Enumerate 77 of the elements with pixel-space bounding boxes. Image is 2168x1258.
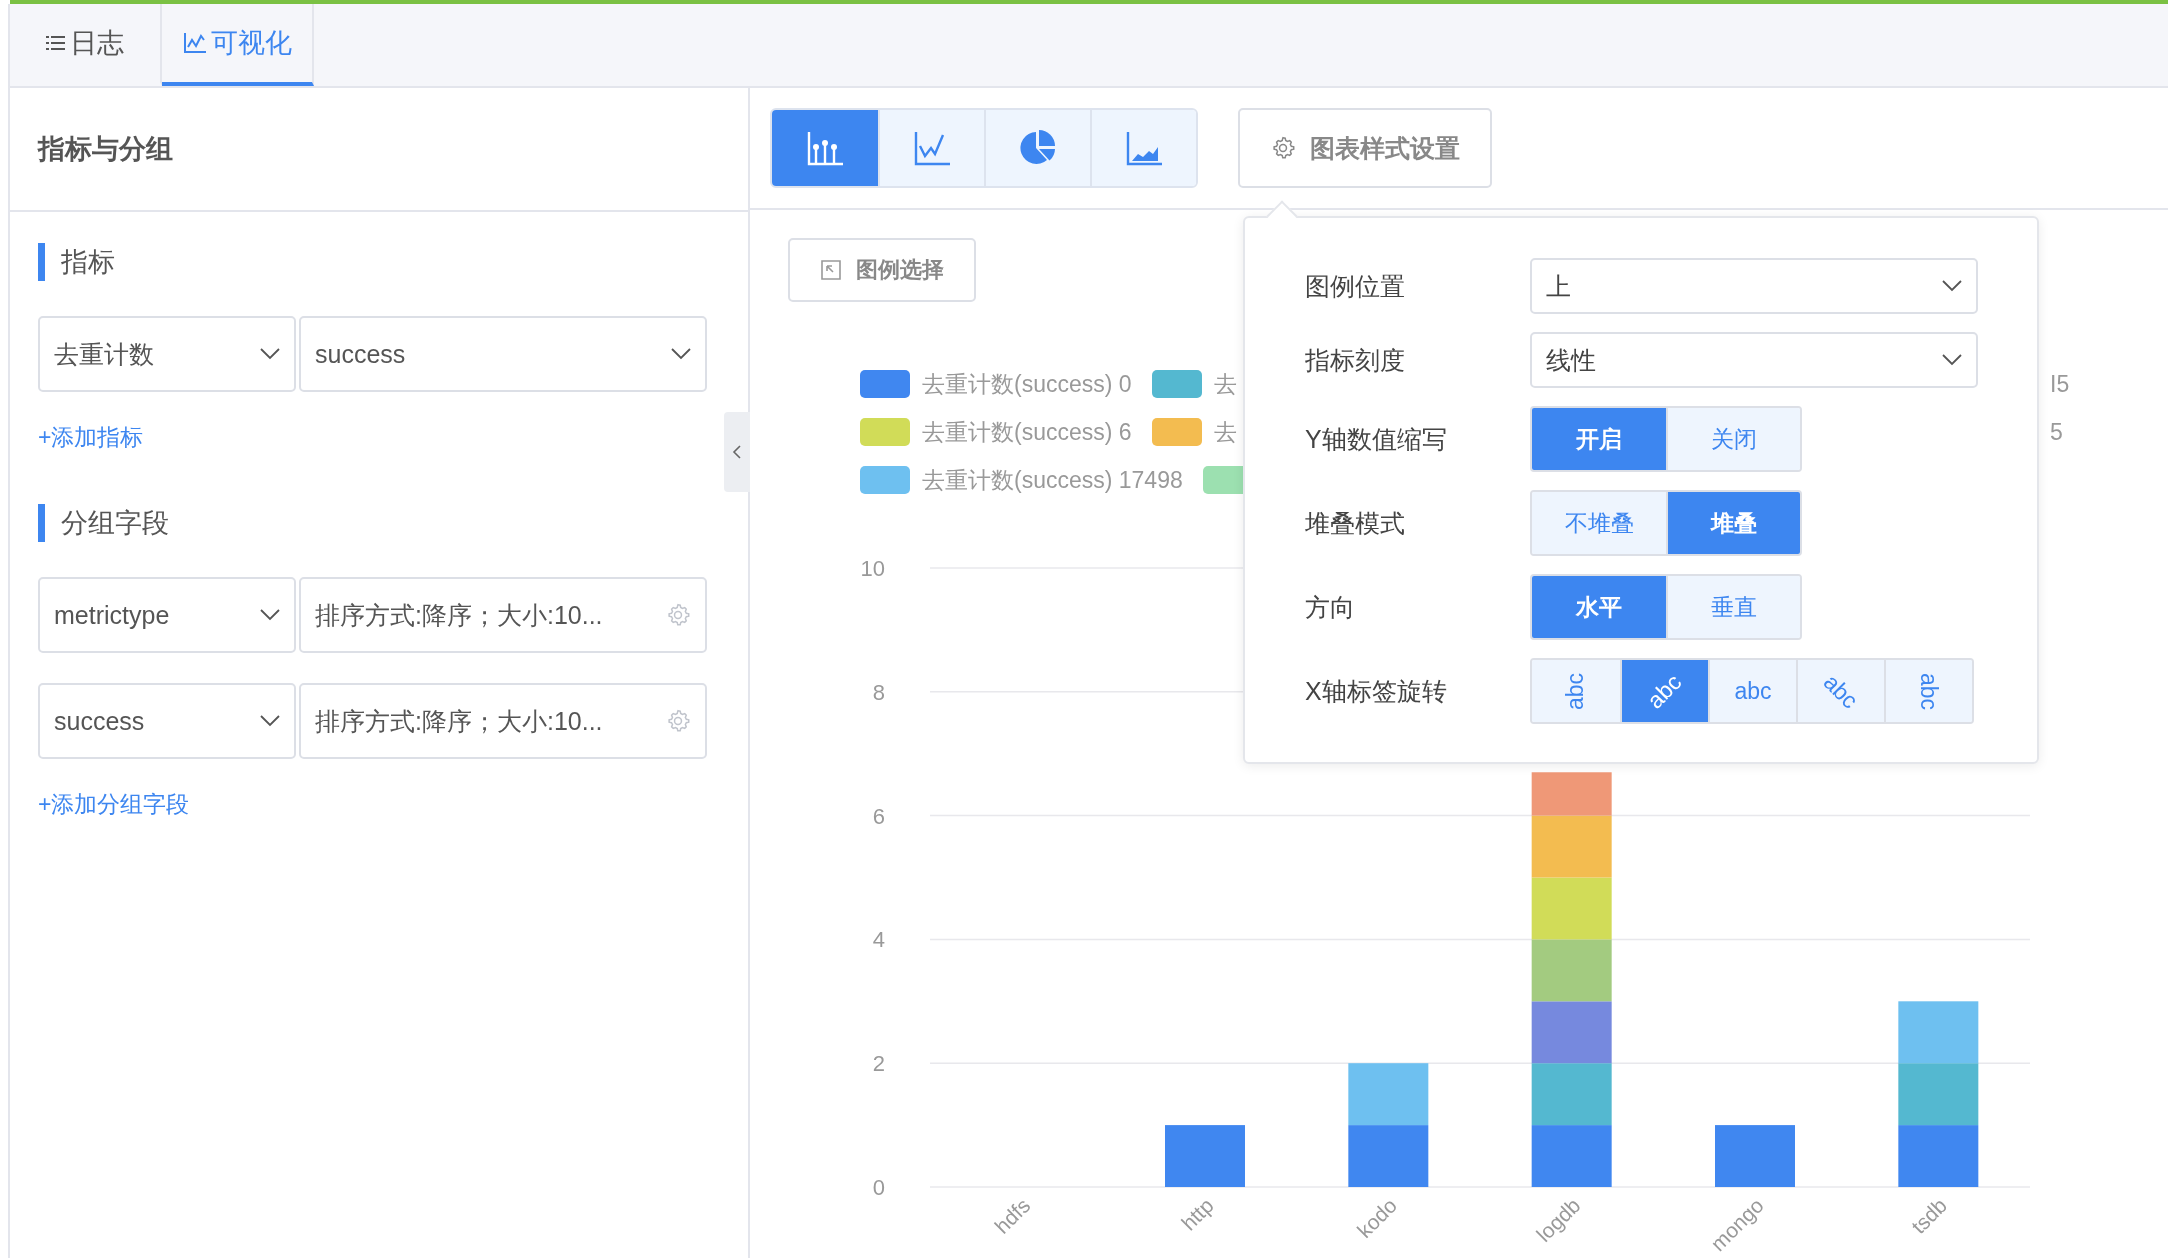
setting-label: 指标刻度 xyxy=(1305,344,1406,376)
area-chart-button[interactable] xyxy=(1090,110,1196,186)
setting-label: X轴标签旋转 xyxy=(1305,675,1448,707)
sort-options-field[interactable]: 排序方式:降序；大小:10... xyxy=(299,577,707,653)
tab[interactable]: 可视化 xyxy=(162,4,314,86)
legend-label[interactable]: 去 xyxy=(1213,368,1237,400)
y-axis-label: 10 xyxy=(860,556,885,581)
list-icon xyxy=(46,34,66,52)
chevron-down-icon xyxy=(260,609,280,621)
toggle-option[interactable]: 不堆叠 xyxy=(1532,492,1666,554)
chevron-left-icon xyxy=(732,444,742,460)
legend-swatch[interactable] xyxy=(1151,370,1202,398)
pie-chart-button[interactable] xyxy=(984,110,1090,186)
setting-label: 方向 xyxy=(1305,591,1356,623)
y-axis-label: 4 xyxy=(872,927,885,953)
setting-label: 堆叠模式 xyxy=(1305,507,1406,539)
group-field-select[interactable]: success xyxy=(38,683,296,759)
add-metric-link[interactable]: +添加指标 xyxy=(38,422,144,453)
settings-icon[interactable] xyxy=(665,708,691,734)
rotation-option[interactable]: abc xyxy=(1532,660,1620,722)
chart-style-button[interactable]: 图表样式设置 xyxy=(1238,108,1492,188)
chevron-down-icon xyxy=(1942,354,1962,366)
rotation-option[interactable]: abc xyxy=(1708,660,1796,722)
setting-label: 图例位置 xyxy=(1305,270,1406,302)
x-axis-label: http xyxy=(1176,1193,1218,1235)
rotation-option[interactable]: abc xyxy=(1796,660,1884,722)
toggle-option[interactable]: 垂直 xyxy=(1666,576,1800,638)
chevron-down-icon xyxy=(1942,280,1962,292)
settings-icon xyxy=(1270,135,1296,161)
chevron-down-icon xyxy=(260,348,280,360)
toggle-option[interactable]: 水平 xyxy=(1532,576,1666,638)
section-marker xyxy=(38,504,45,542)
line-chart-button[interactable] xyxy=(878,110,984,186)
chevron-down-icon xyxy=(671,348,691,360)
y-axis-label: 6 xyxy=(872,803,885,829)
y-axis-label: 0 xyxy=(872,1175,885,1200)
legend-label[interactable]: 去重计数(success) 17498 xyxy=(922,464,1183,496)
bar-chart-button[interactable] xyxy=(772,110,878,186)
legend-swatch[interactable] xyxy=(860,418,910,446)
toggle-option[interactable]: 关闭 xyxy=(1666,408,1800,470)
settings-icon[interactable] xyxy=(665,602,691,628)
x-axis-label: hdfs xyxy=(990,1193,1035,1238)
y-axis-label: 2 xyxy=(872,1051,885,1077)
legend-label[interactable]: 去重计数(success) 6 xyxy=(922,416,1132,448)
legend-swatch[interactable] xyxy=(1151,418,1202,446)
group-field-select[interactable]: metrictype xyxy=(38,577,296,653)
sort-options-field[interactable]: 排序方式:降序；大小:10... xyxy=(299,683,707,759)
legend-select-icon xyxy=(820,259,842,281)
rotation-option[interactable]: abc xyxy=(1884,660,1972,722)
legend-label[interactable]: 去 xyxy=(1213,416,1237,448)
legend-label[interactable]: I5 xyxy=(2050,370,2070,398)
aggregate-select[interactable]: 去重计数 xyxy=(38,316,296,392)
rotation-option[interactable]: abc xyxy=(1620,660,1708,722)
section-title: 分组字段 xyxy=(61,507,169,540)
setting-label: Y轴数值缩写 xyxy=(1305,423,1448,455)
setting-select[interactable]: 线性 xyxy=(1530,332,1978,388)
toggle-option[interactable]: 开启 xyxy=(1532,408,1666,470)
y-axis-label: 8 xyxy=(872,679,885,705)
section-title: 指标 xyxy=(61,246,115,279)
line-chart-icon xyxy=(182,32,207,54)
bar-chart-icon xyxy=(806,130,844,166)
toggle-option[interactable]: 堆叠 xyxy=(1666,492,1800,554)
legend-label[interactable]: 5 xyxy=(2050,418,2063,446)
area-chart-icon xyxy=(1125,130,1163,166)
legend-swatch[interactable] xyxy=(860,370,910,398)
line-chart-icon xyxy=(913,130,951,166)
collapse-button[interactable] xyxy=(724,412,750,492)
add-group-link[interactable]: +添加分组字段 xyxy=(38,789,190,820)
setting-select[interactable]: 上 xyxy=(1530,258,1978,314)
legend-swatch[interactable] xyxy=(860,466,910,494)
chevron-down-icon xyxy=(260,715,280,727)
legend-label[interactable]: 去重计数(success) 0 xyxy=(922,368,1132,400)
x-axis-label: tsdb xyxy=(1906,1193,1952,1238)
legend-select-button[interactable]: 图例选择 xyxy=(788,238,976,302)
panel-title: 指标与分组 xyxy=(38,133,173,166)
field-select[interactable]: success xyxy=(299,316,707,392)
section-marker xyxy=(38,243,45,281)
